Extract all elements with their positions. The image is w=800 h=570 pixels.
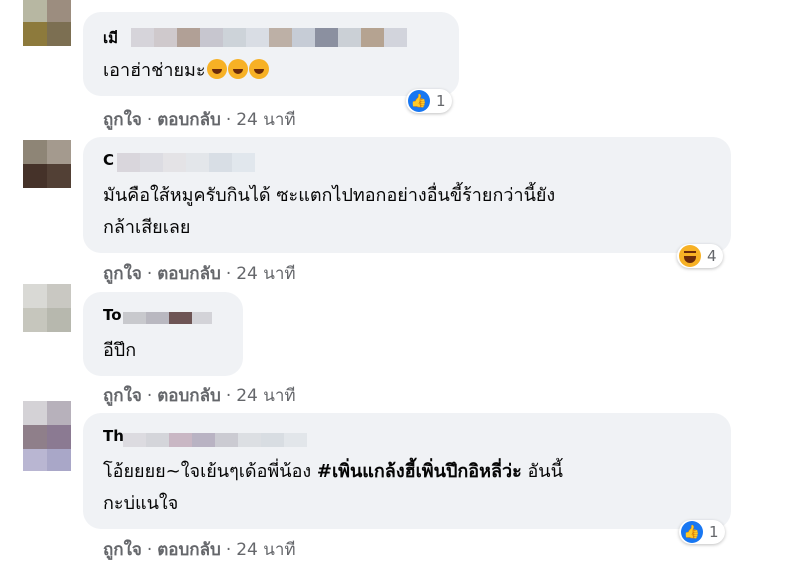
thumbs-up-icon: 👍 <box>408 90 430 112</box>
reply-link[interactable]: ตอบกลับ <box>157 264 221 284</box>
comment-actions: ถูกใจ · ตอบกลับ · 24 นาที <box>103 386 296 406</box>
avatar[interactable] <box>23 284 71 332</box>
comment-text-line: กะบ่แนใจ <box>103 493 179 514</box>
comment-bubble: เมี เอาฮ่าช่ายมะ <box>83 12 459 96</box>
timestamp[interactable]: 24 นาที <box>236 386 295 406</box>
reply-link[interactable]: ตอบกลับ <box>157 386 221 406</box>
avatar[interactable] <box>23 401 71 449</box>
comment-bubble: To อีปึก <box>83 292 243 376</box>
reply-link[interactable]: ตอบกลับ <box>157 540 221 560</box>
timestamp[interactable]: 24 นาที <box>236 540 295 560</box>
comment-author[interactable]: Th <box>103 427 124 445</box>
avatar-lower <box>23 449 71 471</box>
redacted-name <box>117 153 255 172</box>
like-link[interactable]: ถูกใจ <box>103 540 142 560</box>
comment-author[interactable]: To <box>103 306 122 324</box>
laughing-crying-emoji-icon <box>227 59 248 79</box>
comment-text: เอาฮ่าช่ายมะ <box>103 56 269 86</box>
comment-actions: ถูกใจ · ตอบกลับ · 24 นาที <box>103 264 296 284</box>
like-link[interactable]: ถูกใจ <box>103 264 142 284</box>
comment-text-line: โอ้ยยยย~ใจเย้นๆเด้อพี่น้อง #เพิ่นแกล้งฮี… <box>103 461 563 482</box>
avatar[interactable] <box>23 140 71 188</box>
comment-text: อีปึก <box>103 340 137 361</box>
like-link[interactable]: ถูกใจ <box>103 110 142 130</box>
comment-author[interactable]: C <box>103 151 114 169</box>
comment-actions: ถูกใจ · ตอบกลับ · 24 นาที <box>103 110 296 130</box>
comment-actions: ถูกใจ · ตอบกลับ · 24 นาที <box>103 540 296 560</box>
timestamp[interactable]: 24 นาที <box>236 264 295 284</box>
reply-link[interactable]: ตอบกลับ <box>157 110 221 130</box>
reaction-summary[interactable]: 👍 1 <box>406 89 452 113</box>
redacted-name <box>123 312 212 324</box>
avatar[interactable] <box>23 0 71 46</box>
comment-bubble: C มันคือใส้หมูครับกินได้ ซะแตกไปทอกอย่าง… <box>83 137 731 253</box>
hashtag-link[interactable]: #เพิ่นแกล้งฮี้เพิ่นปึกอิหลี่ว่ะ <box>317 461 522 482</box>
haha-icon <box>679 245 701 267</box>
laughing-crying-emoji-icon <box>248 59 269 79</box>
reaction-summary[interactable]: 👍 1 <box>679 520 725 544</box>
redacted-name <box>131 28 407 47</box>
comment-text-line: มันคือใส้หมูครับกินได้ ซะแตกไปทอกอย่างอื… <box>103 185 556 206</box>
redacted-name <box>123 433 307 447</box>
comment-bubble: Th โอ้ยยยย~ใจเย้นๆเด้อพี่น้อง #เพิ่นแกล้… <box>83 413 731 529</box>
laughing-crying-emoji-icon <box>206 59 227 79</box>
comment-text-line: กล้าเสียเลย <box>103 217 191 238</box>
timestamp[interactable]: 24 นาที <box>236 110 295 130</box>
like-link[interactable]: ถูกใจ <box>103 386 142 406</box>
thumbs-up-icon: 👍 <box>681 521 703 543</box>
reaction-summary[interactable]: 4 <box>677 244 723 268</box>
comment-author[interactable]: เมี <box>103 26 118 50</box>
